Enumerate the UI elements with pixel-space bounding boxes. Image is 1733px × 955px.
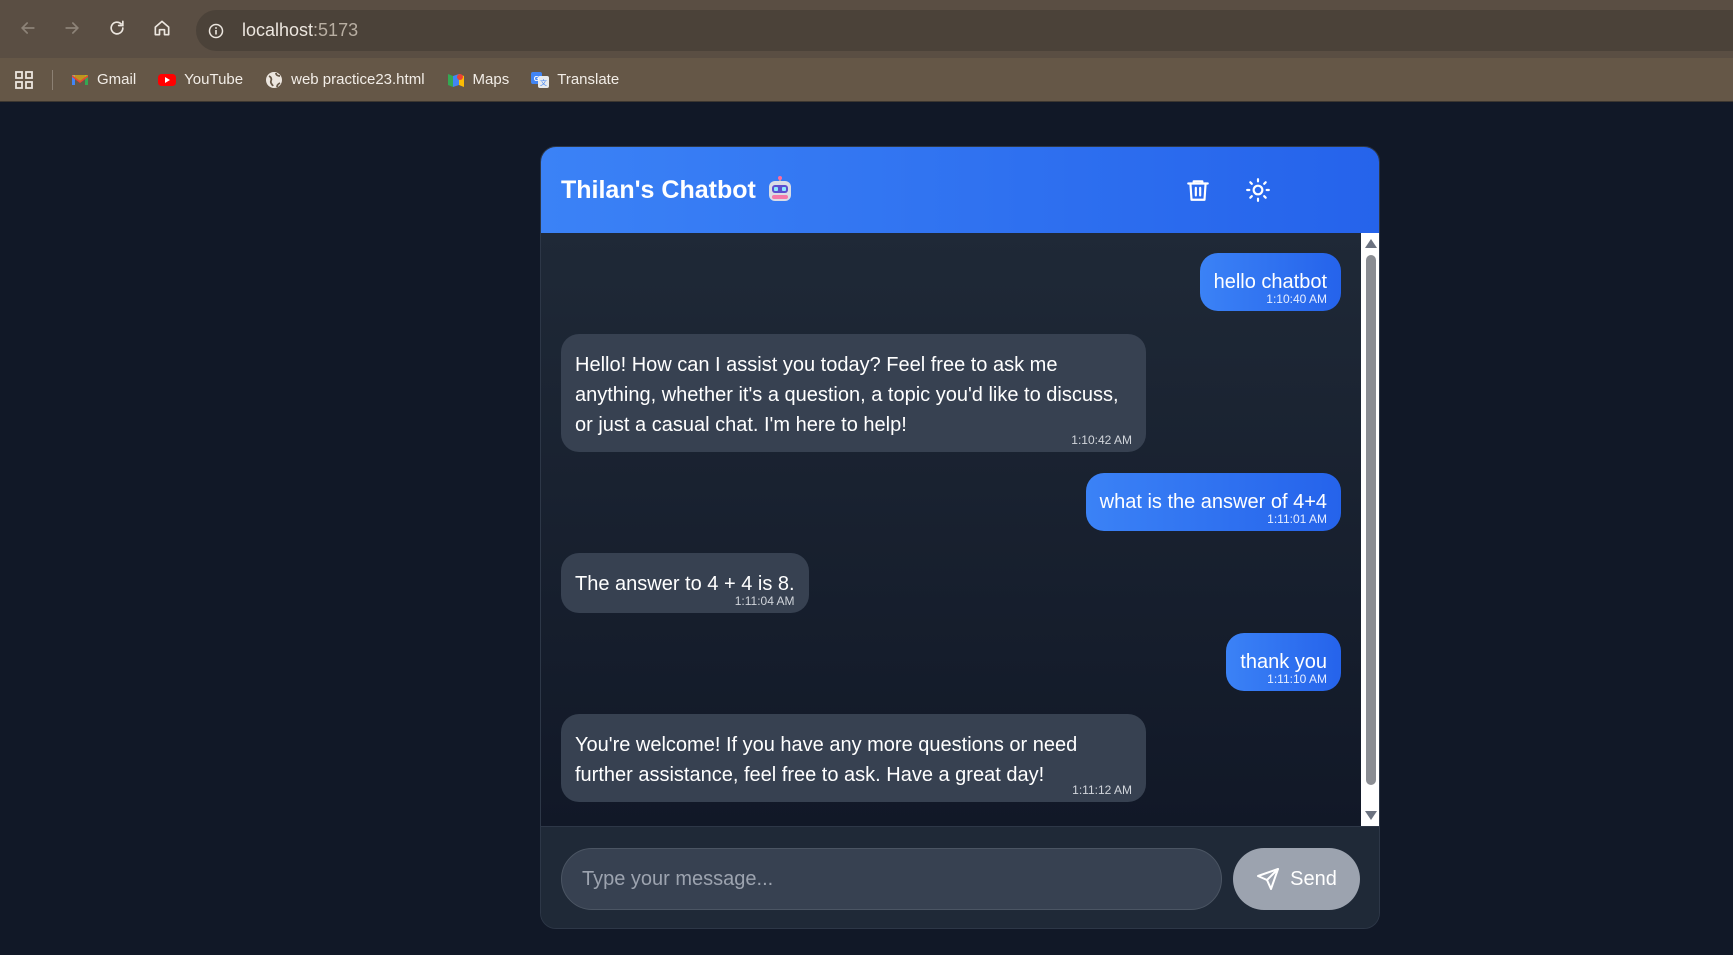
chat-title-wrap: Thilan's Chatbot — [561, 176, 794, 205]
bot-message: You're welcome! If you have any more que… — [561, 714, 1146, 802]
svg-text:G: G — [534, 76, 540, 83]
back-icon[interactable] — [14, 14, 42, 42]
message-text: Hello! How can I assist you today? Feel … — [575, 354, 1119, 436]
message-text: hello chatbot — [1213, 271, 1327, 293]
bot-message: The answer to 4 + 4 is 8. 1:11:04 AM — [561, 553, 809, 613]
message-scrollbar[interactable] — [1361, 233, 1379, 826]
scroll-thumb[interactable] — [1366, 255, 1376, 785]
bookmark-label: web practice23.html — [291, 71, 425, 88]
message-time: 1:11:12 AM — [1072, 783, 1132, 797]
youtube-icon — [158, 71, 177, 89]
bookmark-label: Gmail — [97, 71, 137, 88]
bookmarks-divider — [52, 69, 53, 90]
bot-message: Hello! How can I assist you today? Feel … — [561, 334, 1146, 452]
robot-icon — [768, 176, 791, 201]
chat-title: Thilan's Chatbot — [561, 175, 756, 204]
bookmark-label: YouTube — [184, 71, 244, 88]
message-time: 1:11:10 AM — [1267, 672, 1327, 686]
send-icon — [1257, 868, 1280, 890]
address-bar[interactable]: localhost:5173 — [196, 10, 1733, 51]
message-text: what is the answer of 4+4 — [1099, 491, 1327, 513]
url-text: localhost:5173 — [242, 20, 358, 41]
reload-icon[interactable] — [103, 14, 131, 42]
message-time: 1:10:40 AM — [1266, 292, 1327, 306]
message-text: thank you — [1240, 651, 1327, 673]
svg-text:文: 文 — [540, 78, 547, 87]
chat-composer: Send — [541, 826, 1379, 928]
scroll-up-icon[interactable] — [1365, 239, 1377, 248]
gmail-icon — [71, 71, 89, 89]
translate-icon: G文 — [531, 71, 550, 89]
theme-toggle-button[interactable] — [1241, 173, 1275, 207]
apps-icon[interactable] — [14, 70, 34, 90]
bookmark-youtube[interactable]: YouTube — [158, 71, 243, 89]
globe-icon — [265, 71, 283, 89]
sun-icon — [1246, 178, 1270, 202]
message-time: 1:10:42 AM — [1071, 433, 1132, 447]
bookmark-translate[interactable]: G文 Translate — [531, 71, 619, 89]
message-text: You're welcome! If you have any more que… — [575, 734, 1078, 786]
bookmark-maps[interactable]: Maps — [447, 71, 510, 89]
maps-icon — [447, 71, 465, 89]
site-info-icon[interactable] — [208, 23, 224, 39]
message-input[interactable] — [561, 848, 1222, 910]
message-list: hello chatbot 1:10:40 AM Hello! How can … — [541, 233, 1379, 826]
forward-icon[interactable] — [58, 14, 86, 42]
bookmark-label: Translate — [557, 71, 620, 88]
user-message: what is the answer of 4+4 1:11:01 AM — [1085, 473, 1341, 531]
bookmark-gmail[interactable]: Gmail — [71, 71, 136, 89]
trash-icon — [1187, 180, 1209, 201]
send-button[interactable]: Send — [1233, 848, 1360, 910]
bookmark-label: Maps — [472, 71, 510, 88]
bookmarks-bar: Gmail YouTube web practice23.html Maps G… — [0, 58, 1733, 102]
user-message: thank you 1:11:10 AM — [1226, 633, 1341, 691]
user-message: hello chatbot 1:10:40 AM — [1199, 253, 1341, 311]
browser-toolbar: localhost:5173 — [0, 0, 1733, 58]
send-label: Send — [1290, 867, 1337, 890]
message-text: The answer to 4 + 4 is 8. — [575, 573, 795, 595]
chat-window: Thilan's Chatbot hello chatbot 1:10:40 A… — [540, 146, 1380, 929]
url-port: :5173 — [313, 20, 359, 40]
clear-chat-button[interactable] — [1181, 173, 1215, 207]
url-host: localhost — [242, 20, 314, 40]
message-time: 1:11:04 AM — [734, 594, 795, 608]
scroll-down-icon[interactable] — [1365, 811, 1377, 820]
home-icon[interactable] — [148, 14, 176, 42]
message-time: 1:11:01 AM — [1267, 512, 1327, 526]
chat-header: Thilan's Chatbot — [541, 147, 1379, 233]
bookmark-web-practice[interactable]: web practice23.html — [265, 71, 425, 89]
